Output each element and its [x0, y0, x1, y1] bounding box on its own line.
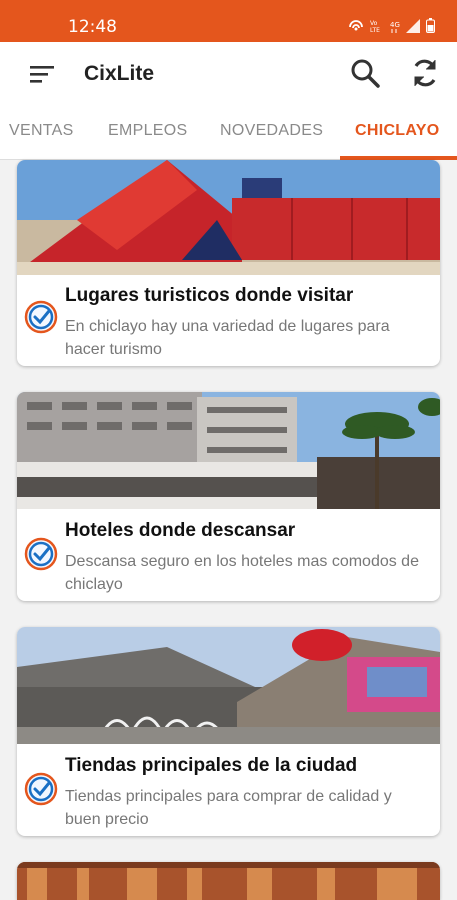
tab-ventas[interactable]: VENTAS: [9, 122, 74, 140]
volte-icon: Vo LTE: [370, 19, 384, 38]
battery-icon: [426, 18, 435, 38]
card-description: Tiendas principales para comprar de cali…: [65, 788, 392, 828]
signal-icon: [406, 18, 420, 38]
card-description: En chiclayo hay una variedad de lugares …: [65, 318, 390, 358]
check-badge-icon: [24, 537, 58, 571]
check-badge-icon: [24, 772, 58, 806]
hotspot-icon: [348, 19, 364, 38]
status-time: 12:48: [68, 17, 117, 37]
status-bar: 12:48 Vo LTE 4G: [0, 0, 457, 42]
check-badge-icon: [24, 300, 58, 334]
refresh-icon[interactable]: [408, 56, 442, 90]
card-lugares[interactable]: Lugares turisticos donde visitar En chic…: [17, 160, 440, 366]
svg-text:LTE: LTE: [370, 27, 380, 33]
card-partial[interactable]: [17, 862, 440, 900]
tab-bar: VENTAS EMPLEOS NOVEDADES CHICLAYO: [0, 105, 457, 160]
menu-icon[interactable]: [28, 64, 56, 84]
card-title: Hoteles donde descansar: [65, 520, 296, 541]
card-hoteles[interactable]: Hoteles donde descansar Descansa seguro …: [17, 392, 440, 601]
4g-icon: 4G: [390, 19, 400, 38]
app-title: CixLite: [84, 62, 155, 85]
museum-photo: [17, 160, 440, 275]
mall-photo: [17, 627, 440, 744]
tab-empleos[interactable]: EMPLEOS: [108, 122, 187, 140]
svg-text:Vo: Vo: [370, 20, 378, 27]
tab-chiclayo[interactable]: CHICLAYO: [355, 122, 440, 140]
card-title: Tiendas principales de la ciudad: [65, 755, 358, 776]
card-description: Descansa seguro en los hoteles mas comod…: [65, 553, 419, 593]
tab-novedades[interactable]: NOVEDADES: [220, 122, 323, 140]
svg-text:4G: 4G: [390, 21, 400, 29]
restaurant-photo: [17, 862, 440, 900]
search-icon[interactable]: [348, 56, 382, 90]
status-icons: Vo LTE 4G: [348, 18, 435, 38]
app-bar: CixLite: [0, 42, 457, 105]
card-title: Lugares turisticos donde visitar: [65, 285, 354, 306]
card-tiendas[interactable]: Tiendas principales de la ciudad Tiendas…: [17, 627, 440, 836]
hotel-photo: [17, 392, 440, 509]
